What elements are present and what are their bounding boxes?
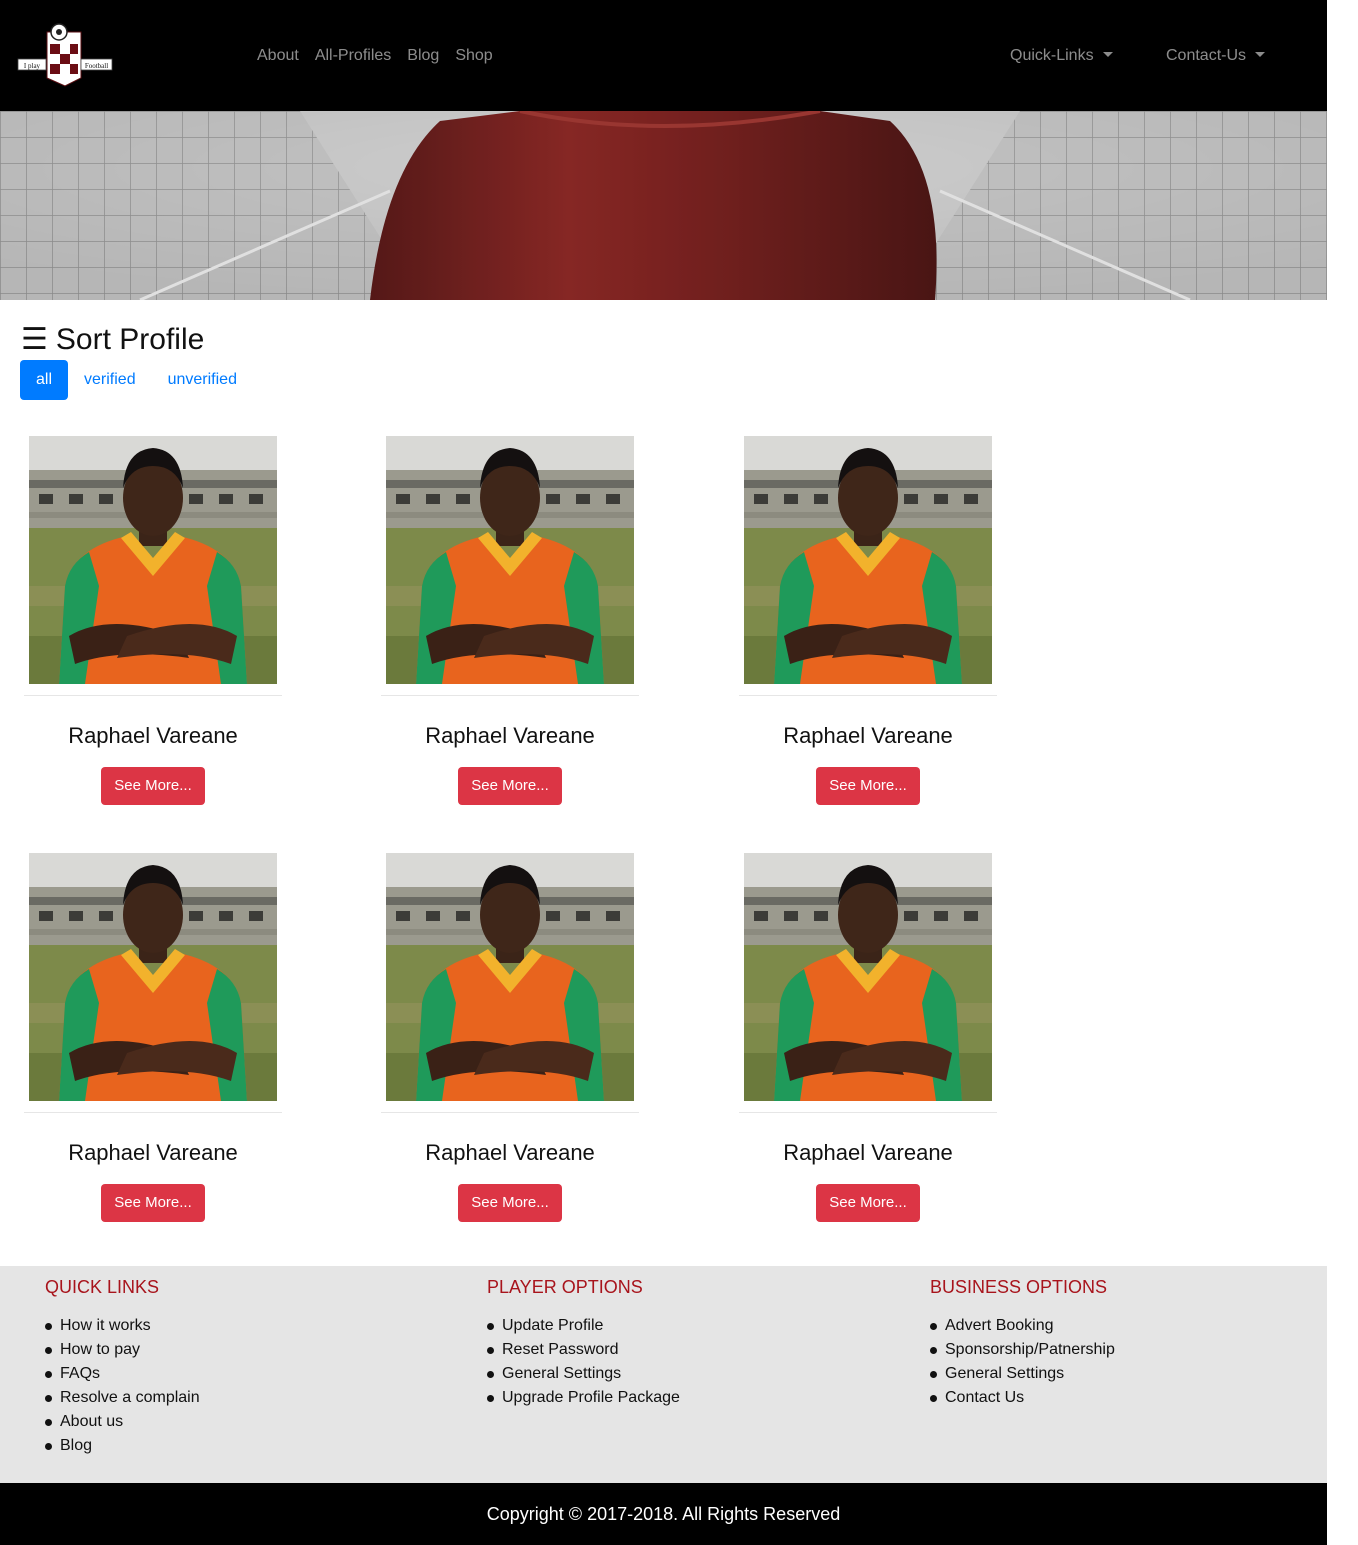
logo-right-text: Football	[85, 62, 108, 70]
footer-link-general-settings[interactable]: General Settings	[930, 1362, 1115, 1386]
profile-name: Raphael Vareane	[68, 1140, 238, 1165]
hero-image	[0, 111, 1327, 300]
footer-quick-links: QUICK LINKS How it works How to pay FAQs…	[45, 1276, 200, 1458]
profile-name: Raphael Vareane	[68, 723, 238, 748]
contact-us-label: Contact-Us	[1166, 47, 1247, 64]
profile-photo[interactable]	[29, 853, 277, 1101]
page: I play Football About All-Profiles Blog …	[0, 0, 1327, 1545]
footer-link-update-profile[interactable]: Update Profile	[487, 1314, 680, 1338]
footer-link-reset-password[interactable]: Reset Password	[487, 1338, 680, 1362]
card-divider	[739, 695, 997, 696]
profile-photo[interactable]	[744, 436, 992, 684]
see-more-button[interactable]: See More...	[816, 767, 920, 805]
hero-banner	[0, 111, 1327, 300]
footer-link-contact-us[interactable]: Contact Us	[930, 1386, 1115, 1410]
footer-link-blog[interactable]: Blog	[45, 1434, 200, 1458]
footer-link-how-it-works[interactable]: How it works	[45, 1314, 200, 1338]
copyright-text: Copyright © 2017-2018. All Rights Reserv…	[486, 1504, 841, 1524]
logo-left-text: I play	[24, 62, 41, 70]
logo-icon: I play Football	[17, 23, 113, 87]
footer-player-options: PLAYER OPTIONS Update Profile Reset Pass…	[487, 1276, 680, 1410]
see-more-button[interactable]: See More...	[816, 1184, 920, 1222]
nav-blog[interactable]: Blog	[407, 46, 439, 66]
profile-name: Raphael Vareane	[425, 723, 595, 748]
footer-link-resolve-complain[interactable]: Resolve a complain	[45, 1386, 200, 1410]
main-nav: About All-Profiles Blog Shop	[257, 46, 509, 66]
quick-links-label: Quick-Links	[1010, 47, 1094, 64]
sort-filter-pills: all verified unverified	[20, 360, 253, 400]
quick-links-dropdown[interactable]: Quick-Links	[1010, 46, 1113, 66]
profile-photo[interactable]	[386, 853, 634, 1101]
profile-photo[interactable]	[744, 853, 992, 1101]
site-logo[interactable]: I play Football	[17, 22, 113, 88]
profile-name: Raphael Vareane	[783, 723, 953, 748]
footer-link-upgrade-package[interactable]: Upgrade Profile Package	[487, 1386, 680, 1410]
sort-title-text: Sort Profile	[55, 323, 205, 356]
card-divider	[381, 1112, 639, 1113]
profile-photo[interactable]	[29, 436, 277, 684]
filter-unverified[interactable]: unverified	[152, 360, 253, 400]
footer-heading: QUICK LINKS	[45, 1277, 160, 1297]
profile-name: Raphael Vareane	[425, 1140, 595, 1165]
hamburger-icon[interactable]: ☰	[21, 323, 48, 356]
sort-profile-heading: ☰ Sort Profile	[21, 320, 204, 360]
see-more-button[interactable]: See More...	[458, 1184, 562, 1222]
chevron-down-icon	[1102, 52, 1113, 57]
chevron-down-icon	[1255, 52, 1266, 57]
footer-heading: PLAYER OPTIONS	[487, 1277, 643, 1297]
footer-link-how-to-pay[interactable]: How to pay	[45, 1338, 200, 1362]
footer-link-about-us[interactable]: About us	[45, 1410, 200, 1434]
footer-business-options: BUSINESS OPTIONS Advert Booking Sponsors…	[930, 1276, 1115, 1410]
footer-link-sponsorship[interactable]: Sponsorship/Patnership	[930, 1338, 1115, 1362]
footer-heading: BUSINESS OPTIONS	[930, 1277, 1108, 1297]
card-divider	[24, 695, 282, 696]
nav-all-profiles[interactable]: All-Profiles	[315, 46, 391, 66]
footer-link-advert-booking[interactable]: Advert Booking	[930, 1314, 1115, 1338]
see-more-button[interactable]: See More...	[101, 1184, 205, 1222]
see-more-button[interactable]: See More...	[458, 767, 562, 805]
see-more-button[interactable]: See More...	[101, 767, 205, 805]
profile-photo[interactable]	[386, 436, 634, 684]
footer-link-general-settings[interactable]: General Settings	[487, 1362, 680, 1386]
footer-link-faqs[interactable]: FAQs	[45, 1362, 200, 1386]
nav-shop[interactable]: Shop	[455, 46, 492, 66]
footer: QUICK LINKS How it works How to pay FAQs…	[0, 1266, 1327, 1483]
filter-all[interactable]: all	[20, 360, 69, 400]
profile-name: Raphael Vareane	[783, 1140, 953, 1165]
nav-about[interactable]: About	[257, 46, 299, 66]
card-divider	[739, 1112, 997, 1113]
card-divider	[24, 1112, 282, 1113]
copyright-bar: Copyright © 2017-2018. All Rights Reserv…	[0, 1483, 1327, 1545]
filter-verified[interactable]: verified	[68, 360, 152, 400]
contact-us-dropdown[interactable]: Contact-Us	[1166, 46, 1266, 66]
navbar: I play Football About All-Profiles Blog …	[0, 0, 1327, 111]
card-divider	[381, 695, 639, 696]
